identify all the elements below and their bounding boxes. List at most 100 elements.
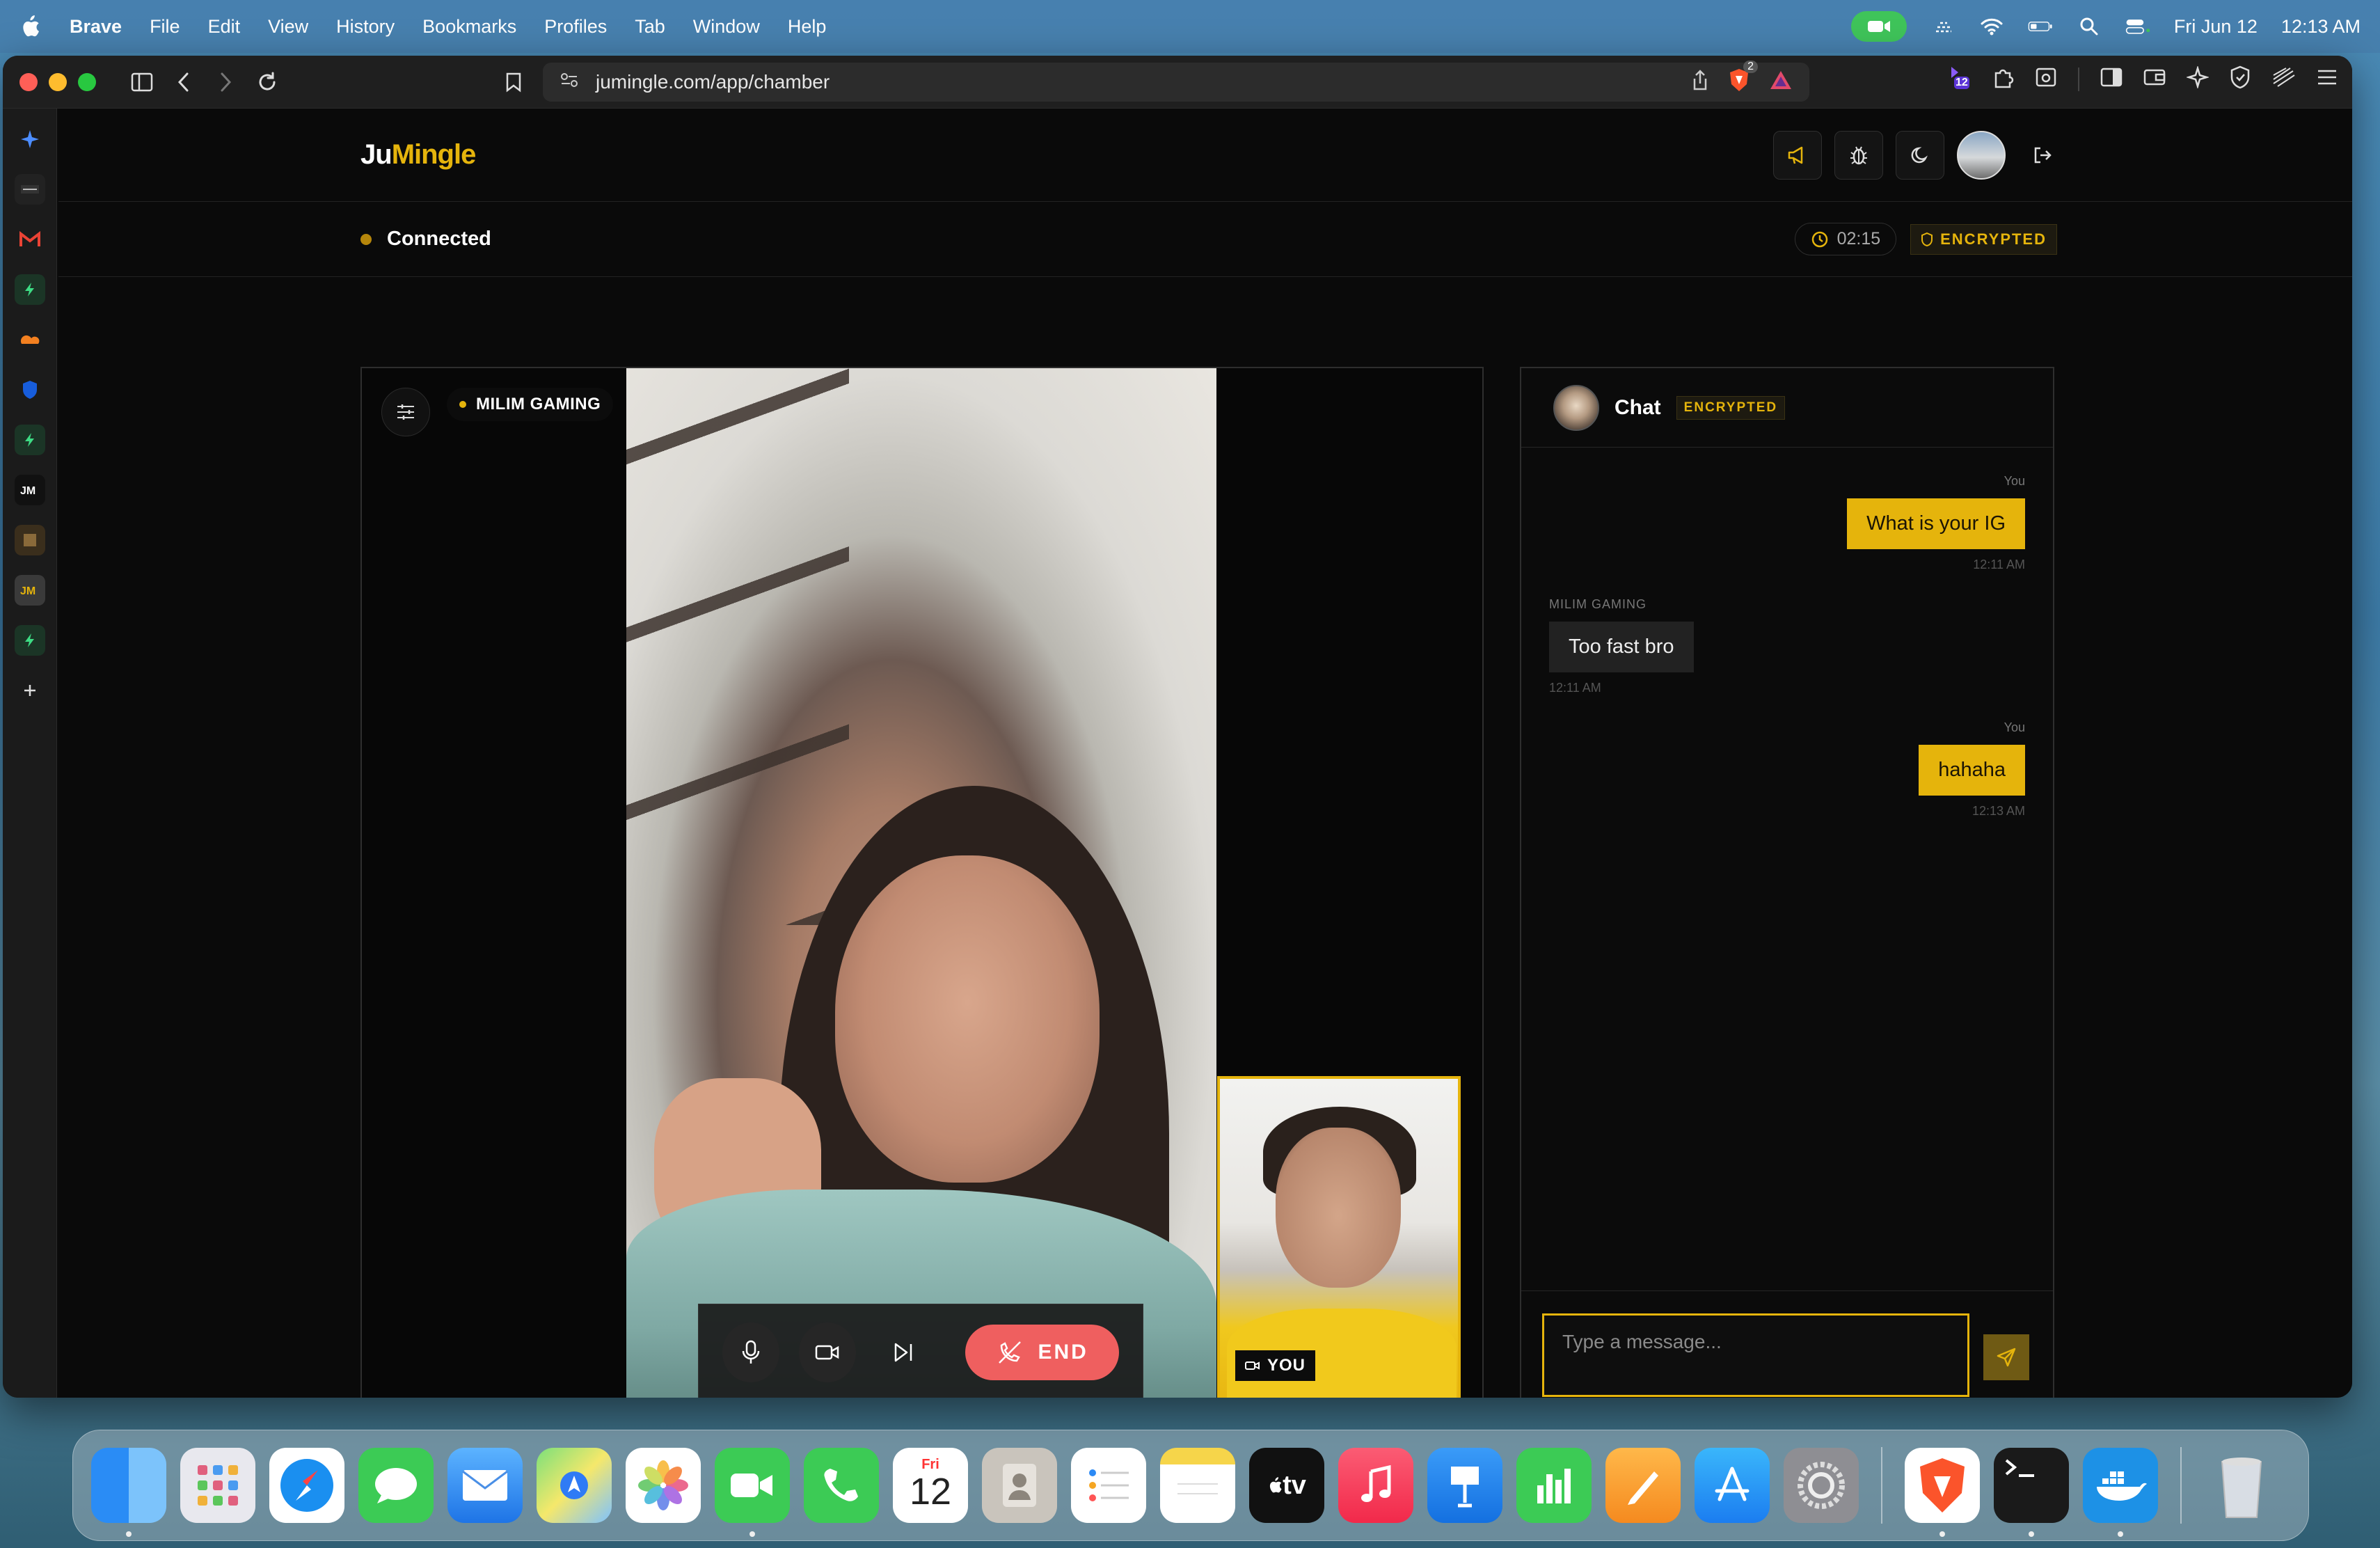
menu-history[interactable]: History: [336, 16, 395, 38]
pages-icon[interactable]: [1605, 1448, 1681, 1523]
dock-separator: [2180, 1447, 2182, 1524]
menu-profiles[interactable]: Profiles: [544, 16, 607, 38]
reminders-icon[interactable]: [1071, 1448, 1146, 1523]
report-bug-button[interactable]: [1834, 131, 1883, 180]
bookmark-sidebar-icon[interactable]: [14, 525, 45, 555]
apple-icon[interactable]: [19, 15, 40, 38]
video-camera-icon: [815, 1345, 839, 1360]
apple-tv-icon[interactable]: tv: [1249, 1448, 1324, 1523]
address-bar[interactable]: jumingle.com/app/chamber 2: [543, 60, 1809, 102]
forward-icon[interactable]: [207, 64, 244, 100]
bitwarden-sidebar-icon[interactable]: [15, 374, 45, 405]
menu-help[interactable]: Help: [788, 16, 827, 38]
contacts-icon[interactable]: [982, 1448, 1057, 1523]
brave-rewards-icon[interactable]: [1769, 70, 1793, 95]
skip-next-button[interactable]: [875, 1322, 933, 1382]
brave-shields-icon[interactable]: 2: [1727, 60, 1758, 97]
music-icon[interactable]: [1338, 1448, 1413, 1523]
self-video-feed[interactable]: YOU: [1217, 1076, 1461, 1398]
add-sidebar-item-icon[interactable]: [15, 675, 45, 706]
maps-icon[interactable]: [537, 1448, 612, 1523]
sidepanel-icon[interactable]: [2100, 68, 2123, 90]
menu-file[interactable]: File: [150, 16, 180, 38]
speedreader-icon[interactable]: [2271, 67, 2295, 91]
finder-icon[interactable]: [91, 1448, 166, 1537]
back-icon[interactable]: [166, 64, 202, 100]
facetime-icon[interactable]: [715, 1448, 790, 1537]
trash-icon[interactable]: [2204, 1448, 2279, 1523]
wifi-icon[interactable]: [1979, 16, 2004, 37]
site-settings-icon[interactable]: [560, 71, 579, 93]
app-header: JuMingle: [58, 109, 2352, 202]
menu-edit[interactable]: Edit: [208, 16, 241, 38]
extension-icon[interactable]: 12: [1944, 64, 1971, 94]
brave-browser-icon[interactable]: [1905, 1448, 1980, 1537]
calendar-icon[interactable]: Fri 12: [893, 1448, 968, 1523]
bolt-sidebar-icon-2[interactable]: [14, 425, 45, 455]
end-call-button[interactable]: END: [965, 1325, 1119, 1380]
mail-icon[interactable]: [447, 1448, 523, 1523]
menubar-date[interactable]: Fri Jun 12: [2174, 16, 2258, 38]
jumingle-sidebar-icon-active[interactable]: JM: [14, 575, 45, 606]
user-avatar[interactable]: [1957, 131, 2006, 180]
extensions-puzzle-icon[interactable]: [1992, 66, 2014, 92]
bolt-sidebar-icon[interactable]: [14, 274, 45, 305]
control-center-icon[interactable]: [2125, 16, 2150, 37]
bookmark-icon[interactable]: [495, 64, 532, 100]
menubar-time[interactable]: 12:13 AM: [2281, 16, 2361, 38]
photos-icon[interactable]: [626, 1448, 701, 1523]
cloudflare-sidebar-icon[interactable]: [15, 324, 45, 355]
vpn-shield-icon[interactable]: [2230, 65, 2251, 93]
docker-icon[interactable]: [2083, 1448, 2158, 1537]
launchpad-icon[interactable]: [180, 1448, 255, 1523]
battery-icon[interactable]: [2028, 16, 2053, 37]
reload-icon[interactable]: [249, 64, 285, 100]
jumingle-sidebar-icon[interactable]: JM: [14, 475, 45, 505]
wallet-icon[interactable]: [2143, 68, 2166, 90]
jumingle-logo[interactable]: JuMingle: [360, 139, 476, 171]
minimize-window-button[interactable]: [49, 72, 67, 91]
send-icon: [1997, 1348, 2016, 1367]
browser-sidebar: JM JM: [3, 109, 57, 1398]
reader-mode-icon[interactable]: [2035, 67, 2057, 91]
chat-message-input[interactable]: [1542, 1313, 1969, 1397]
close-window-button[interactable]: [19, 72, 38, 91]
gmail-sidebar-icon[interactable]: [15, 224, 45, 255]
send-message-button[interactable]: [1983, 1334, 2029, 1380]
video-camera-indicator-icon[interactable]: [1850, 11, 1907, 42]
browser-menu-icon[interactable]: [2316, 68, 2338, 90]
mic-toggle-button[interactable]: [722, 1322, 779, 1382]
numbers-icon[interactable]: [1516, 1448, 1592, 1523]
leo-sidebar-icon[interactable]: [15, 124, 45, 155]
bolt-sidebar-icon-3[interactable]: [14, 625, 45, 656]
system-settings-icon[interactable]: [1784, 1448, 1859, 1523]
video-panel: MILIM GAMING END YOU: [360, 367, 1484, 1398]
notes-icon[interactable]: [1160, 1448, 1235, 1523]
menu-window[interactable]: Window: [693, 16, 760, 38]
phone-icon[interactable]: [804, 1448, 879, 1523]
app-store-icon[interactable]: [1695, 1448, 1770, 1523]
menu-tab[interactable]: Tab: [635, 16, 665, 38]
share-icon[interactable]: [1691, 69, 1709, 96]
url-text[interactable]: jumingle.com/app/chamber: [596, 71, 830, 93]
menu-app-name[interactable]: Brave: [70, 16, 122, 38]
terminal-icon[interactable]: [1994, 1448, 2069, 1537]
leo-ai-icon[interactable]: [2185, 65, 2210, 92]
weather-icon[interactable]: [1930, 16, 1955, 37]
xiaomi-sidebar-icon[interactable]: [14, 174, 45, 205]
message-sender: You: [2004, 474, 2025, 488]
sidebar-toggle-icon[interactable]: [124, 64, 160, 100]
keynote-icon[interactable]: [1427, 1448, 1502, 1523]
announcement-button[interactable]: [1773, 131, 1822, 180]
menu-view[interactable]: View: [268, 16, 308, 38]
dark-mode-toggle-button[interactable]: [1896, 131, 1944, 180]
video-settings-button[interactable]: [381, 388, 430, 436]
spotlight-search-icon[interactable]: [2077, 16, 2102, 37]
messages-icon[interactable]: [358, 1448, 434, 1523]
microphone-icon: [742, 1340, 760, 1364]
camera-toggle-button[interactable]: [798, 1322, 856, 1382]
zoom-window-button[interactable]: [78, 72, 96, 91]
safari-icon[interactable]: [269, 1448, 344, 1523]
menu-bookmarks[interactable]: Bookmarks: [422, 16, 516, 38]
logout-button[interactable]: [2018, 131, 2067, 180]
